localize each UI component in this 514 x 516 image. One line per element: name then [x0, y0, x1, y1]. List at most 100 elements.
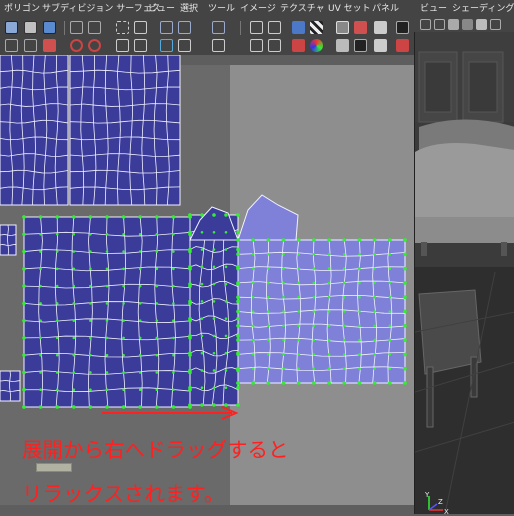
- camera-icon[interactable]: [420, 19, 431, 30]
- unitize-icon[interactable]: [178, 39, 191, 52]
- unfold-icon[interactable]: [160, 21, 173, 34]
- uv-vertex: [39, 250, 42, 253]
- annotation-line-1: 展開から右へドラッグすると: [22, 438, 289, 462]
- dim-image-icon[interactable]: [336, 39, 349, 52]
- uv-vertex: [224, 369, 228, 372]
- uv-vertex: [171, 405, 176, 409]
- isolate-select-icon[interactable]: [490, 19, 501, 30]
- rotate-icon[interactable]: [43, 21, 56, 34]
- uv-vertex: [22, 370, 26, 375]
- scale-icon[interactable]: [70, 21, 83, 34]
- menu-polygons[interactable]: ポリゴン: [4, 0, 40, 18]
- uv-vertex: [282, 310, 285, 313]
- grid-icon[interactable]: [5, 21, 18, 34]
- uv-vertex: [39, 388, 42, 392]
- uv-vertex: [89, 232, 92, 236]
- uv-shell-small[interactable]: [0, 224, 21, 402]
- frame-all-icon[interactable]: [5, 39, 18, 52]
- uv-vertex: [122, 250, 125, 253]
- relax-icon[interactable]: [178, 21, 191, 34]
- uv-vertex: [388, 281, 392, 285]
- uv-vertex: [72, 250, 76, 253]
- smooth-shade-icon[interactable]: [448, 19, 459, 30]
- menu-textures[interactable]: テクスチャ: [280, 0, 325, 18]
- image-icon[interactable]: [354, 21, 367, 34]
- uv-vertex: [89, 302, 92, 305]
- snap-icon[interactable]: [268, 21, 281, 34]
- menu-image[interactable]: イメージ: [240, 0, 276, 18]
- uv-vertex: [200, 213, 204, 217]
- align-icon[interactable]: [250, 21, 263, 34]
- uv-vertex: [251, 367, 255, 371]
- sew-uv-icon[interactable]: [134, 21, 147, 34]
- grid-uv-icon[interactable]: [212, 39, 225, 52]
- viewport-menu-view[interactable]: ビュー: [420, 0, 447, 18]
- rotate-ccw-icon[interactable]: [70, 39, 83, 52]
- checker-icon[interactable]: [310, 21, 323, 34]
- frame-selection-icon[interactable]: [24, 39, 37, 52]
- uv-vertex: [267, 310, 270, 313]
- uv-vertex: [39, 232, 42, 236]
- uv-shell-sleeve-left[interactable]: [189, 206, 239, 406]
- normalize-icon[interactable]: [160, 39, 173, 52]
- pixel-snap-icon[interactable]: [396, 21, 409, 34]
- align-min-icon[interactable]: [250, 39, 263, 52]
- uv-vertex: [89, 319, 92, 322]
- uv-vertex: [39, 353, 42, 357]
- align-max-icon[interactable]: [268, 39, 281, 52]
- menu-tools[interactable]: ツール: [208, 0, 235, 18]
- select-shell-icon[interactable]: [134, 39, 147, 52]
- cut-uv-icon[interactable]: [116, 21, 129, 34]
- uv-vertex: [188, 265, 192, 269]
- rotate-cw-icon[interactable]: [88, 39, 101, 52]
- uv-vertex: [188, 299, 192, 304]
- filter-icon[interactable]: [374, 39, 387, 52]
- uv-vertex: [327, 338, 331, 342]
- uv-vertex: [39, 371, 42, 374]
- wireframe-icon[interactable]: [434, 19, 445, 30]
- move-icon[interactable]: [24, 21, 37, 34]
- uv-vertex: [188, 213, 192, 217]
- uv-vertex: [267, 253, 270, 256]
- uv-vertex: [155, 388, 159, 392]
- uv-vertex: [89, 353, 92, 357]
- uv-vertex: [327, 353, 331, 356]
- annotation-line-2: リラックスされます。: [22, 482, 225, 506]
- display-icon[interactable]: [374, 21, 387, 34]
- perspective-viewport[interactable]: X Y Z: [414, 32, 514, 514]
- uv-vertex: [282, 367, 285, 371]
- texture-icon[interactable]: [43, 39, 56, 52]
- uv-vertex: [236, 252, 240, 257]
- uv-shell-top[interactable]: [0, 55, 181, 206]
- flip-icon[interactable]: [88, 21, 101, 34]
- lights-icon[interactable]: [476, 19, 487, 30]
- uv-vertex: [122, 284, 125, 288]
- uv-shell-left[interactable]: [23, 216, 191, 408]
- menu-panels[interactable]: パネル: [372, 0, 399, 18]
- uv-vertex: [267, 338, 270, 342]
- background-icon[interactable]: [354, 39, 367, 52]
- layout-icon[interactable]: [212, 21, 225, 34]
- channel-icon[interactable]: [310, 39, 323, 52]
- viewport-menu-shading[interactable]: シェーディング: [452, 0, 514, 18]
- uv-right-peak: [237, 194, 299, 241]
- menu-view[interactable]: ビュー: [148, 0, 175, 18]
- uv-vertex: [188, 282, 192, 286]
- uv-vertex: [312, 281, 316, 285]
- move-uv-shell-icon[interactable]: [116, 39, 129, 52]
- isolate-icon[interactable]: [396, 39, 409, 52]
- color-icon[interactable]: [292, 39, 305, 52]
- menu-subdivision-surfaces[interactable]: サブディビジョン サーフェス: [42, 0, 161, 18]
- textured-icon[interactable]: [462, 19, 473, 30]
- menu-select[interactable]: 選択: [180, 0, 198, 18]
- shaded-icon[interactable]: [336, 21, 349, 34]
- menu-uv-sets[interactable]: UV セット: [328, 0, 371, 18]
- snapshot-icon[interactable]: [292, 21, 305, 34]
- uv-shell-sleeve-right[interactable]: [237, 194, 406, 384]
- uv-vertex: [212, 386, 216, 390]
- uv-vertex: [212, 351, 216, 355]
- uv-vertex: [267, 267, 270, 270]
- uv-vertex: [342, 281, 346, 285]
- uv-vertex: [72, 336, 76, 340]
- uv-vertex: [372, 238, 377, 242]
